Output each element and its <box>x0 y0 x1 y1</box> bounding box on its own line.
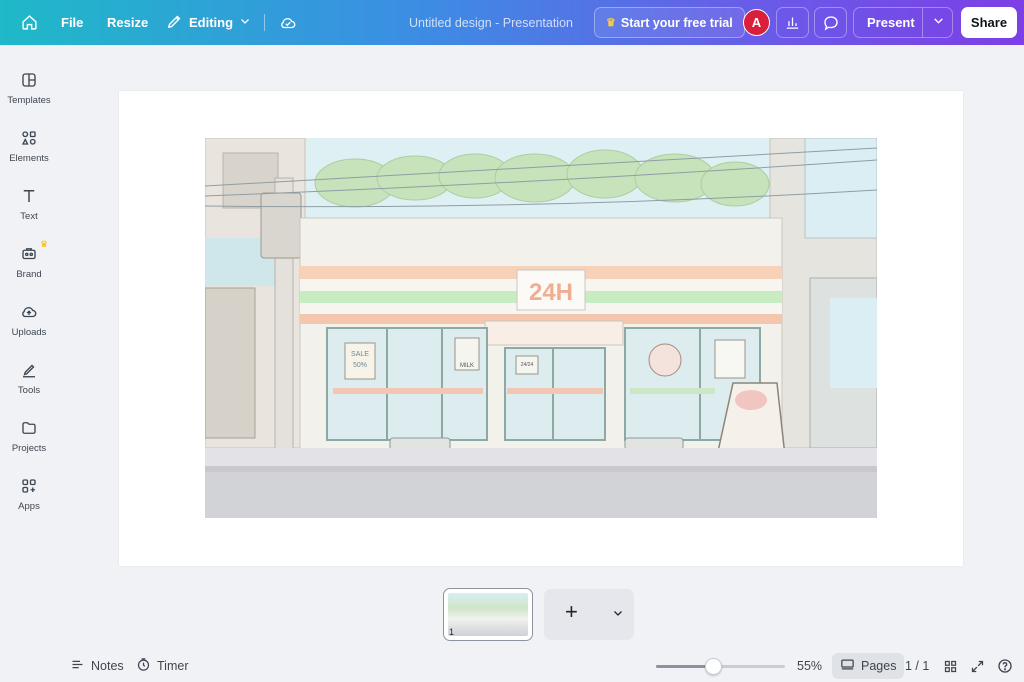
brand-icon <box>20 243 38 265</box>
elements-icon <box>20 127 38 149</box>
zoom-level[interactable]: 55% <box>797 650 822 682</box>
crown-icon: ♛ <box>606 17 616 29</box>
zoom-slider-handle[interactable] <box>704 658 722 675</box>
design-canvas[interactable]: 24H SALE 50% MILK 24/24 <box>119 91 963 566</box>
help-icon[interactable] <box>997 650 1013 682</box>
door-sign-text: 24/24 <box>521 362 534 368</box>
share-button[interactable]: Share <box>961 7 1017 38</box>
convenience-store-illustration[interactable]: 24H SALE 50% MILK 24/24 <box>205 138 877 518</box>
notes-button[interactable]: Notes <box>70 650 124 682</box>
free-trial-button[interactable]: ♛ Start your free trial <box>594 7 745 38</box>
timer-icon <box>136 657 151 675</box>
editing-label: Editing <box>189 15 234 30</box>
poster-milk-text: MILK <box>460 363 474 369</box>
sidebar-item-label: Projects <box>11 443 47 454</box>
projects-icon <box>20 417 38 439</box>
timer-label: Timer <box>157 659 189 673</box>
document-title[interactable]: Untitled design - Presentation <box>409 0 573 45</box>
tools-icon <box>20 359 38 381</box>
apps-icon <box>20 475 38 497</box>
divider <box>922 8 923 37</box>
sidebar-item-tools[interactable]: Tools <box>0 351 58 401</box>
editing-dropdown[interactable]: Editing <box>166 0 251 45</box>
cloud-saved-icon[interactable] <box>278 0 298 45</box>
top-bar: File Resize Editing Untitled design - Pr… <box>0 0 1024 45</box>
page-count: 1 / 1 <box>905 659 930 673</box>
templates-icon <box>20 69 38 91</box>
avatar[interactable]: A <box>743 9 770 36</box>
fullscreen-icon[interactable] <box>970 650 985 682</box>
grid-view-icon[interactable] <box>943 650 958 682</box>
pencil-icon <box>166 13 183 33</box>
file-menu[interactable]: File <box>61 0 83 45</box>
pages-button[interactable]: Pages <box>832 653 905 679</box>
store-sign-text: 24H <box>529 279 573 306</box>
sidebar-item-label: Text <box>20 211 38 222</box>
pages-label: Pages <box>861 659 897 673</box>
notes-label: Notes <box>91 659 124 673</box>
sidebar-item-templates[interactable]: Templates <box>0 61 58 111</box>
sidebar-item-label: Brand <box>16 269 42 280</box>
divider <box>264 14 265 31</box>
sidebar-item-text[interactable]: Text <box>0 177 58 227</box>
text-icon <box>20 185 38 207</box>
timer-button[interactable]: Timer <box>136 650 188 682</box>
chevron-down-icon[interactable] <box>932 14 945 30</box>
free-trial-label: Start your free trial <box>620 15 733 30</box>
poster-percent-text: 50% <box>353 362 367 369</box>
sidebar-item-elements[interactable]: Elements <box>0 119 58 169</box>
uploads-icon <box>20 301 38 323</box>
sidebar-item-label: Uploads <box>11 327 47 338</box>
page-thumbnail[interactable]: 1 <box>443 588 533 641</box>
sidebar-item-apps[interactable]: Apps <box>0 467 58 517</box>
pages-icon <box>840 657 855 675</box>
sidebar-item-label: Tools <box>17 385 41 396</box>
chevron-down-icon <box>239 15 251 30</box>
home-icon[interactable] <box>18 0 40 45</box>
present-button[interactable]: Present <box>853 7 953 38</box>
sidebar-item-label: Elements <box>9 153 49 164</box>
comment-icon[interactable] <box>814 7 847 38</box>
sidebar-item-label: Apps <box>18 501 40 512</box>
present-label: Present <box>867 15 915 30</box>
chevron-down-icon[interactable] <box>612 606 624 624</box>
bottom-bar: Notes Timer 55% Pages 1 / 1 <box>0 650 1024 682</box>
sidebar-item-brand[interactable]: ♛ Brand <box>0 235 58 285</box>
thumbnail-preview <box>448 593 528 636</box>
add-page-button[interactable]: + <box>544 589 634 640</box>
resize-button[interactable]: Resize <box>107 0 148 45</box>
sidebar-item-projects[interactable]: Projects <box>0 409 58 459</box>
notes-icon <box>70 657 85 675</box>
zoom-slider[interactable] <box>656 658 785 675</box>
page-number: 1 <box>449 627 455 637</box>
plus-icon: + <box>565 599 578 624</box>
sidebar-item-label: Templates <box>7 95 51 106</box>
crown-icon: ♛ <box>40 239 49 249</box>
sidebar: Templates Elements Text ♛ Brand Uploads … <box>0 45 58 682</box>
poster-sale-text: SALE <box>351 351 369 358</box>
analytics-icon[interactable] <box>776 7 809 38</box>
sidebar-item-uploads[interactable]: Uploads <box>0 293 58 343</box>
